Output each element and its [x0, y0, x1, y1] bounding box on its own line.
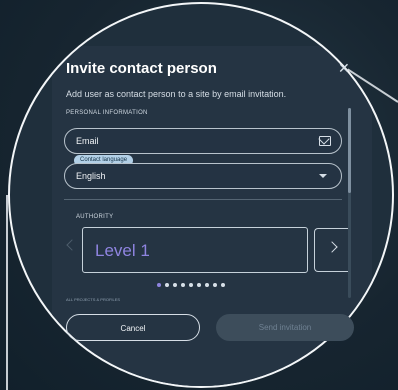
- language-select[interactable]: English: [64, 163, 342, 189]
- carousel-dot[interactable]: [205, 283, 209, 287]
- cancel-button[interactable]: Cancel: [66, 314, 200, 341]
- scrollbar-thumb[interactable]: [348, 108, 351, 193]
- carousel-dot[interactable]: [173, 283, 177, 287]
- scrollbar[interactable]: [348, 108, 351, 298]
- email-field[interactable]: Email: [64, 128, 342, 154]
- dialog-title: Invite contact person: [66, 60, 217, 77]
- dialog-subtitle: Add user as contact person to a site by …: [66, 89, 287, 99]
- authority-footnote: ALL PROJECTS & PROFILES: [66, 297, 121, 302]
- email-placeholder: Email: [76, 136, 99, 146]
- send-invitation-button[interactable]: Send invitation: [216, 314, 354, 341]
- carousel-dot[interactable]: [165, 283, 169, 287]
- carousel-pagination: [157, 283, 225, 287]
- mail-icon: [319, 136, 331, 146]
- section-divider: [64, 199, 342, 200]
- carousel-dot[interactable]: [181, 283, 185, 287]
- carousel-dot[interactable]: [189, 283, 193, 287]
- decorative-left-line: [6, 195, 8, 390]
- carousel-dot[interactable]: [213, 283, 217, 287]
- authority-level-card[interactable]: Level 1: [82, 227, 308, 273]
- carousel-dot[interactable]: [221, 283, 225, 287]
- personal-information-heading: PERSONAL INFORMATION: [66, 110, 148, 116]
- language-value: English: [76, 171, 106, 181]
- carousel-dot[interactable]: [157, 283, 161, 287]
- chevron-down-icon: [319, 174, 327, 178]
- close-icon[interactable]: ✕: [338, 61, 352, 75]
- authority-level-label: Level 1: [95, 241, 150, 260]
- authority-heading: AUTHORITY: [76, 214, 114, 220]
- carousel-dot[interactable]: [197, 283, 201, 287]
